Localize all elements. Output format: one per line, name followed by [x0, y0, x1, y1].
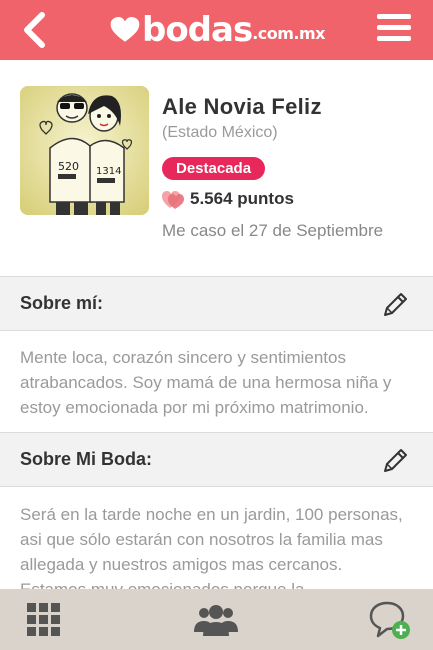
couple-sketch-image: 520 1314	[20, 86, 149, 215]
about-section-header: Sobre mí:	[0, 276, 433, 331]
menu-button[interactable]	[377, 14, 413, 46]
community-icon	[194, 604, 238, 636]
community-button[interactable]	[176, 589, 256, 650]
wedding-text: Será en la tarde noche en un jardin, 100…	[20, 505, 403, 589]
back-button[interactable]	[14, 10, 54, 50]
svg-text:1314: 1314	[96, 166, 121, 177]
new-chat-button[interactable]	[350, 589, 430, 650]
wedding-date: Me caso el 27 de Septiembre	[162, 221, 384, 240]
edit-wedding-button[interactable]	[381, 445, 411, 475]
hamburger-menu-icon	[377, 14, 413, 41]
featured-badge: Destacada	[162, 157, 266, 180]
profile-card: 520 1314 Ale Novia Feliz (Estado México)…	[0, 60, 433, 276]
bottom-toolbar	[0, 589, 433, 650]
points-row: 5.564 puntos	[162, 188, 294, 210]
hearts-points-icon	[162, 191, 184, 209]
svg-text:520: 520	[58, 160, 79, 173]
app-header: bodas .com.mx	[0, 0, 433, 60]
bodas-logo: bodas .com.mx	[110, 8, 325, 52]
heart-logo-icon	[110, 16, 140, 42]
pencil-icon	[384, 293, 407, 316]
points-value: 5.564 puntos	[190, 189, 294, 208]
logo-domain: .com.mx	[252, 24, 325, 43]
wedding-section-title: Sobre Mi Boda:	[20, 449, 153, 469]
profile-name: Ale Novia Feliz	[162, 94, 322, 119]
pencil-icon	[384, 449, 407, 472]
avatar[interactable]: 520 1314	[20, 86, 149, 215]
edit-about-button[interactable]	[381, 289, 411, 319]
chevron-left-icon	[24, 12, 45, 48]
grid-menu-button[interactable]	[4, 589, 84, 650]
profile-location: (Estado México)	[162, 124, 278, 141]
about-text: Mente loca, corazón sincero y sentimient…	[20, 348, 392, 417]
grid-icon	[27, 602, 60, 636]
chat-add-icon	[369, 601, 410, 639]
about-section-title: Sobre mí:	[20, 293, 104, 313]
logo-text: bodas	[141, 10, 253, 50]
wedding-section-header: Sobre Mi Boda:	[0, 432, 433, 487]
